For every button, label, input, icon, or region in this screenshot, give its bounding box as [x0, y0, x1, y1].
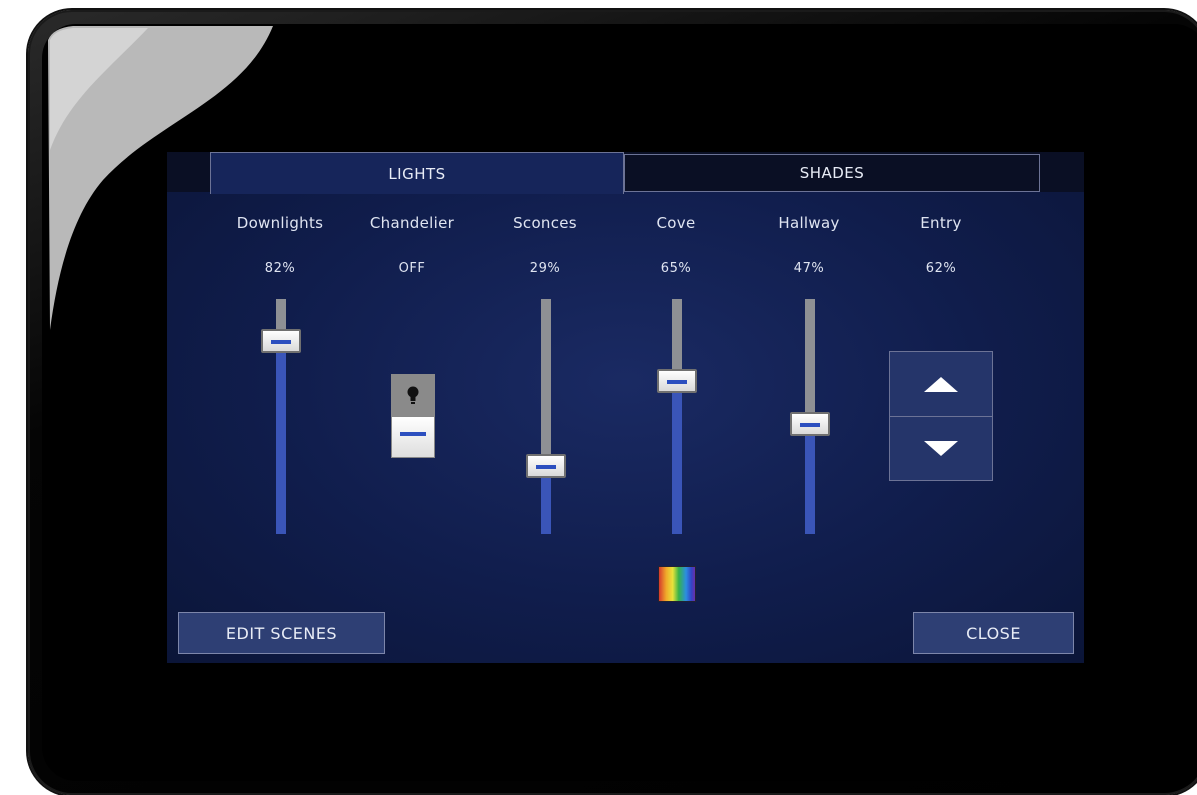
lighting-screen: LIGHTS SHADES Downlights Chandelier Scon… [167, 152, 1084, 663]
channel-label-chandelier: Chandelier [369, 214, 455, 232]
chandelier-switch-on[interactable] [391, 374, 435, 416]
tab-shades[interactable]: SHADES [624, 154, 1040, 192]
arrow-up-icon [924, 376, 958, 392]
downlights-slider-fill [276, 341, 286, 534]
sconces-slider[interactable] [526, 299, 566, 534]
entry-lower-button[interactable] [890, 416, 992, 480]
channel-label-entry: Entry [920, 214, 962, 232]
cove-slider-fill [672, 381, 682, 534]
close-label: CLOSE [966, 623, 1021, 643]
channel-value-downlights: 82% [264, 261, 296, 276]
chandelier-switch[interactable] [391, 374, 435, 458]
hallway-slider[interactable] [790, 299, 830, 534]
color-spectrum-icon[interactable] [658, 566, 696, 602]
edit-scenes-button[interactable]: EDIT SCENES [178, 612, 385, 654]
cove-slider[interactable] [657, 299, 697, 534]
channel-value-hallway: 47% [793, 261, 825, 276]
channel-label-sconces: Sconces [513, 214, 577, 232]
tab-lights-label: LIGHTS [388, 164, 446, 183]
channel-value-cove: 65% [660, 261, 692, 276]
channel-value-sconces: 29% [529, 261, 561, 276]
entry-raise-lower-control [889, 351, 993, 481]
arrow-down-icon [924, 440, 958, 456]
channel-value-chandelier: OFF [398, 261, 426, 276]
channel-value-entry: 62% [925, 261, 957, 276]
downlights-slider-handle[interactable] [261, 329, 301, 353]
cove-slider-handle[interactable] [657, 369, 697, 393]
channel-label-downlights: Downlights [236, 214, 324, 232]
edit-scenes-label: EDIT SCENES [225, 623, 338, 643]
chandelier-switch-off[interactable] [391, 416, 435, 458]
hallway-slider-handle[interactable] [790, 412, 830, 436]
tab-shades-label: SHADES [799, 164, 865, 182]
downlights-slider[interactable] [261, 299, 301, 534]
hallway-slider-fill [805, 424, 815, 534]
channel-label-hallway: Hallway [778, 214, 840, 232]
sconces-slider-handle[interactable] [526, 454, 566, 478]
touch-panel-device: LIGHTS SHADES Downlights Chandelier Scon… [28, 10, 1197, 795]
channel-label-cove: Cove [656, 214, 696, 232]
entry-raise-button[interactable] [890, 352, 992, 417]
close-button[interactable]: CLOSE [913, 612, 1074, 654]
lightbulb-icon [407, 386, 419, 404]
tab-lights[interactable]: LIGHTS [210, 152, 624, 194]
